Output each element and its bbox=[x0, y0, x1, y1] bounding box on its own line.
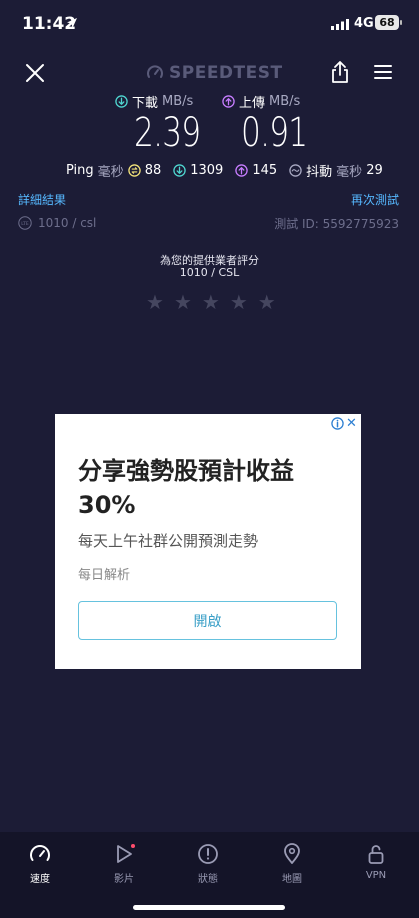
upload-speed-value: 0.91 bbox=[241, 110, 308, 156]
nav-tab-map[interactable]: 地圖 bbox=[257, 842, 327, 885]
jitter-label: 抖動 bbox=[306, 164, 333, 180]
lte-icon: LTE bbox=[18, 216, 32, 230]
download-unit: MB/s bbox=[162, 93, 194, 109]
location-arrow-icon bbox=[67, 18, 77, 28]
upload-label: 上傳 bbox=[239, 95, 266, 111]
ad-open-button[interactable]: 開啟 bbox=[78, 601, 337, 640]
upload-unit: MB/s bbox=[269, 93, 301, 109]
lock-icon bbox=[368, 845, 384, 864]
speedometer-logo-icon bbox=[147, 65, 163, 78]
test-id: 測試 ID: 5592775923 bbox=[274, 217, 399, 231]
jitter-icon bbox=[289, 163, 302, 177]
star-rating: ★ ★ ★ ★ ★ bbox=[146, 292, 276, 312]
brand-name: SPEEDTEST bbox=[169, 63, 283, 83]
nav-label: 影片 bbox=[114, 874, 134, 885]
download-speed-value: 2.39 bbox=[134, 110, 201, 156]
battery-cap bbox=[400, 20, 402, 25]
upload-header: 上傳 MB/s bbox=[222, 92, 301, 111]
ping-row: Ping 毫秒 88 1309 145 抖動 毫秒 29 bbox=[66, 161, 383, 180]
upload-latency-icon bbox=[235, 163, 249, 177]
signal-icon bbox=[331, 19, 349, 30]
network-type: 4G bbox=[354, 16, 374, 31]
provider-row: LTE 1010 / csl bbox=[18, 214, 96, 232]
nav-tab-speed[interactable]: 速度 bbox=[5, 842, 75, 885]
nav-tab-vpn[interactable]: VPN bbox=[341, 842, 411, 881]
rating-provider: 1010 / CSL bbox=[179, 266, 240, 279]
nav-tab-video[interactable]: 影片 bbox=[89, 842, 159, 885]
ping-upload-value: 145 bbox=[252, 162, 278, 178]
star-icon[interactable]: ★ bbox=[230, 292, 248, 312]
share-button[interactable] bbox=[330, 60, 350, 84]
battery-indicator: 68 bbox=[375, 15, 399, 30]
idle-latency-icon bbox=[127, 163, 141, 177]
retest-link[interactable]: 再次測試 bbox=[351, 191, 399, 208]
download-label: 下載 bbox=[132, 95, 159, 111]
ping-idle-value: 88 bbox=[144, 162, 162, 178]
ad-close-icon[interactable]: ✕ bbox=[346, 416, 357, 431]
download-header: 下載 MB/s bbox=[115, 92, 194, 111]
jitter-value: 29 bbox=[366, 162, 383, 178]
nav-label: 狀態 bbox=[198, 874, 218, 885]
provider-name: 1010 / csl bbox=[38, 216, 97, 230]
download-icon bbox=[115, 94, 128, 108]
ping-unit: 毫秒 bbox=[97, 164, 124, 180]
ping-label: Ping bbox=[66, 162, 94, 178]
ad-subtext: 每天上午社群公開預測走勢 bbox=[78, 532, 259, 550]
ping-download-value: 1309 bbox=[190, 162, 224, 178]
nav-tab-status[interactable]: 狀態 bbox=[173, 842, 243, 885]
download-latency-icon bbox=[173, 163, 186, 177]
close-button[interactable] bbox=[24, 62, 46, 84]
star-icon[interactable]: ★ bbox=[202, 292, 220, 312]
alert-icon bbox=[198, 844, 218, 864]
menu-button[interactable] bbox=[374, 64, 392, 80]
star-icon[interactable]: ★ bbox=[174, 292, 192, 312]
ad-source: 每日解析 bbox=[78, 568, 131, 583]
ad-banner[interactable]: ✕ 分享強勢股預計收益30% 每天上午社群公開預測走勢 每日解析 開啟 bbox=[55, 414, 361, 669]
star-icon[interactable]: ★ bbox=[258, 292, 276, 312]
map-pin-icon bbox=[284, 843, 300, 864]
home-indicator bbox=[133, 905, 285, 910]
jitter-unit: 毫秒 bbox=[336, 164, 363, 180]
speedometer-icon bbox=[30, 845, 50, 861]
star-icon[interactable]: ★ bbox=[146, 292, 164, 312]
svg-text:LTE: LTE bbox=[21, 221, 29, 227]
nav-label: 速度 bbox=[30, 874, 50, 885]
details-link[interactable]: 詳細結果 bbox=[18, 191, 66, 208]
ad-info-icon[interactable] bbox=[331, 417, 344, 430]
nav-label: 地圖 bbox=[282, 874, 302, 885]
app-logo: SPEEDTEST bbox=[146, 62, 283, 84]
play-icon bbox=[117, 844, 135, 863]
upload-icon bbox=[222, 94, 235, 108]
nav-label: VPN bbox=[365, 870, 387, 881]
ad-headline: 分享強勢股預計收益30% bbox=[78, 457, 294, 519]
